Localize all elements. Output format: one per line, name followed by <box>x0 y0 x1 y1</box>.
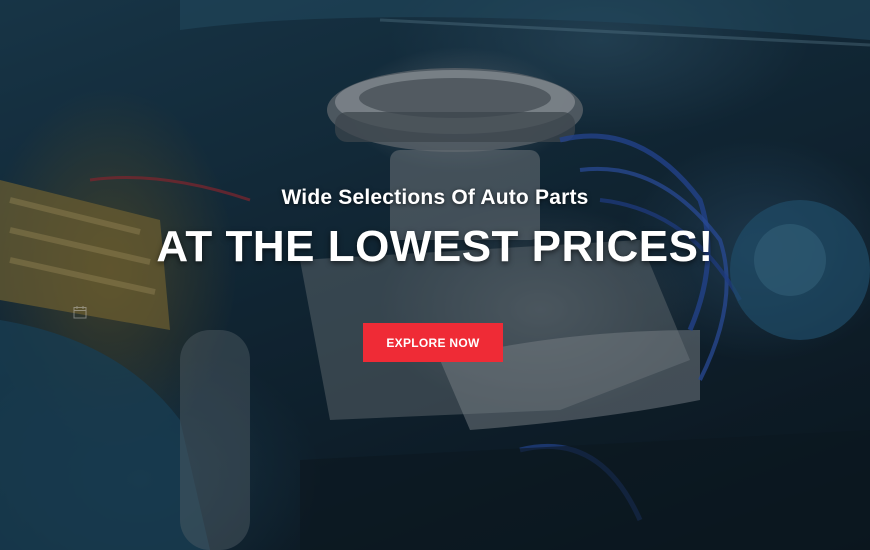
hero-banner: Wide Selections Of Auto Parts AT THE LOW… <box>0 0 870 550</box>
hero-subtitle: Wide Selections Of Auto Parts <box>281 186 589 209</box>
hero-content: Wide Selections Of Auto Parts AT THE LOW… <box>0 0 870 550</box>
explore-now-button[interactable]: EXPLORE NOW <box>363 323 503 362</box>
hero-headline: AT THE LOWEST PRICES! <box>156 222 714 271</box>
